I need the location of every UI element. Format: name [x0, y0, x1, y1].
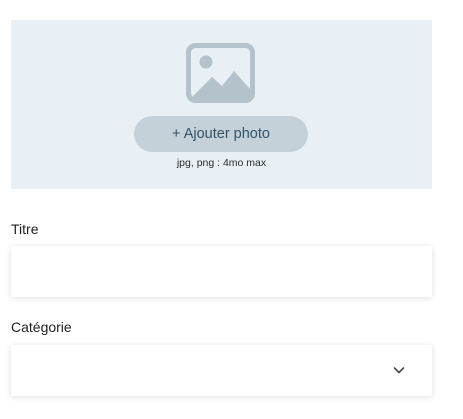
- upload-format-hint: jpg, png : 4mo max: [176, 157, 267, 169]
- chevron-down-icon: [393, 367, 405, 374]
- add-photo-button[interactable]: + Ajouter photo: [134, 116, 308, 152]
- title-input[interactable]: [11, 246, 432, 297]
- category-select[interactable]: [11, 345, 432, 396]
- title-label: Titre: [11, 221, 39, 237]
- category-label: Catégorie: [11, 319, 72, 335]
- image-placeholder-icon: [186, 43, 255, 103]
